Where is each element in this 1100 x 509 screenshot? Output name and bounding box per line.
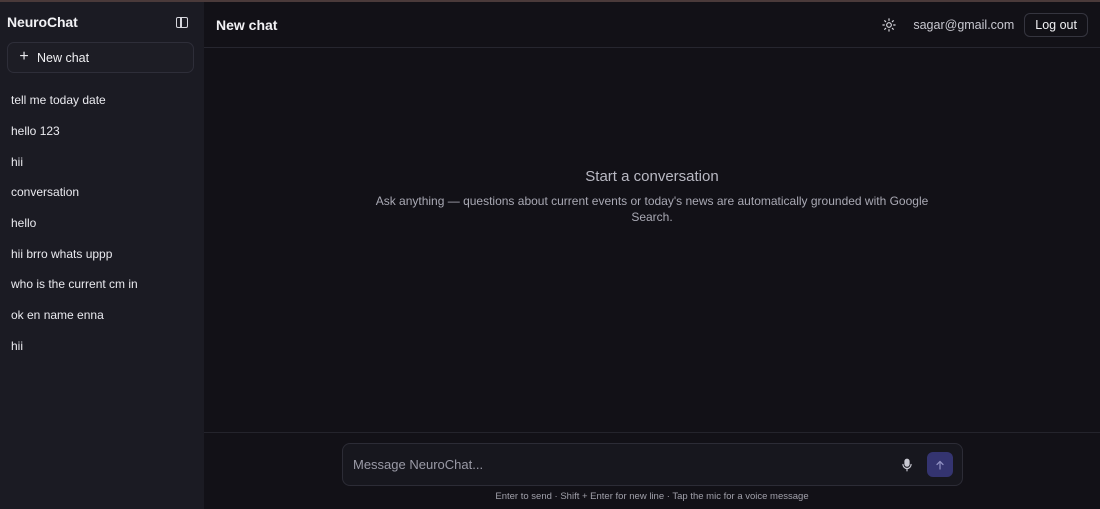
chat-history-item[interactable]: tell me today date: [7, 85, 194, 116]
chat-history-item[interactable]: ok en name enna: [7, 300, 194, 331]
composer-area: Enter to send · Shift + Enter for new li…: [204, 432, 1100, 509]
logout-button[interactable]: Log out: [1024, 12, 1088, 37]
empty-state-subtitle: Ask anything — questions about current e…: [375, 194, 929, 224]
chat-history-item[interactable]: hii: [7, 146, 194, 177]
main-panel: New chat sagar@gmail.com Log out Start a…: [204, 2, 1100, 509]
header-actions: sagar@gmail.com Log out: [882, 12, 1088, 37]
chat-history-item[interactable]: hii: [7, 331, 194, 362]
message-composer: [342, 443, 963, 486]
arrow-up-icon: [936, 460, 944, 470]
top-bar: New chat sagar@gmail.com Log out: [204, 2, 1100, 48]
chat-history-item[interactable]: hello 123: [7, 116, 194, 147]
new-chat-label: New chat: [37, 50, 90, 65]
composer-hint: Enter to send · Shift + Enter for new li…: [495, 491, 809, 502]
chat-history-item[interactable]: hello: [7, 208, 194, 239]
app: NeuroChat + New chat tell me today date …: [0, 2, 1100, 509]
brand-name: NeuroChat: [7, 14, 78, 30]
chat-history-item[interactable]: who is the current cm in: [7, 269, 194, 300]
message-input[interactable]: [353, 457, 900, 472]
chat-history-list: tell me today date hello 123 hii convers…: [7, 85, 194, 361]
page-title: New chat: [216, 16, 278, 33]
sun-icon[interactable]: [882, 17, 897, 32]
sidebar-toggle-icon[interactable]: [176, 16, 188, 28]
mic-icon[interactable]: [900, 457, 914, 473]
send-button[interactable]: [927, 452, 953, 477]
plus-icon: +: [19, 47, 29, 65]
empty-state-title: Start a conversation: [585, 168, 719, 185]
chat-history-item[interactable]: conversation: [7, 177, 194, 208]
user-email: sagar@gmail.com: [913, 17, 1015, 32]
empty-state: Start a conversation Ask anything — ques…: [204, 168, 1100, 225]
new-chat-button[interactable]: + New chat: [7, 42, 194, 73]
sidebar: NeuroChat + New chat tell me today date …: [0, 2, 204, 509]
sidebar-header: NeuroChat: [7, 2, 194, 42]
chat-history-item[interactable]: hii brro whats uppp: [7, 238, 194, 269]
